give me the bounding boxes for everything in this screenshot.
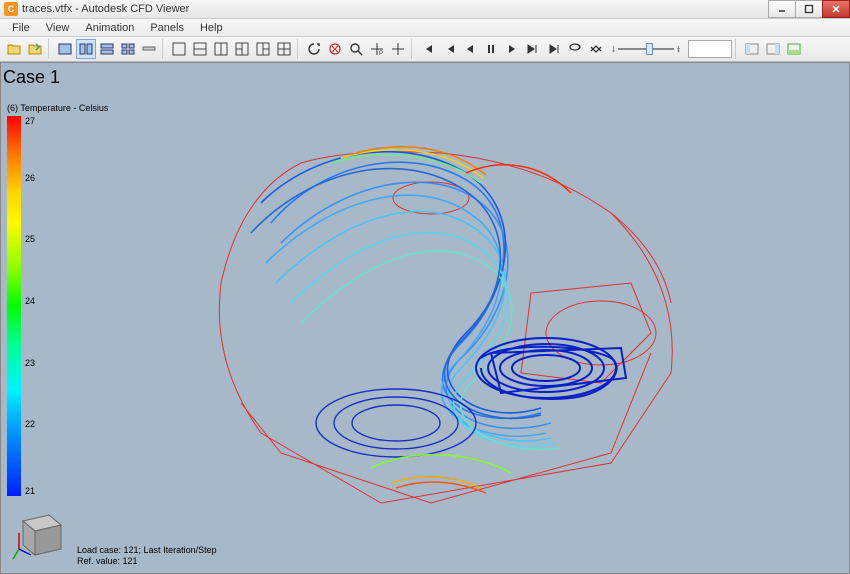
anim-speed-slider[interactable] bbox=[611, 43, 681, 55]
menu-file[interactable]: File bbox=[4, 22, 38, 34]
anim-pause-button[interactable] bbox=[481, 39, 501, 59]
anim-last-button[interactable] bbox=[544, 39, 564, 59]
title-bar: C traces.vtfx - Autodesk CFD Viewer bbox=[0, 0, 850, 19]
pick-point-button[interactable]: P bbox=[367, 39, 387, 59]
slow-icon bbox=[611, 43, 616, 55]
minimize-button[interactable] bbox=[768, 0, 796, 18]
window-title: traces.vtfx - Autodesk CFD Viewer bbox=[22, 3, 769, 15]
viewport-3b-button[interactable] bbox=[253, 39, 273, 59]
close-button[interactable] bbox=[822, 0, 850, 18]
window-layout-a-button[interactable] bbox=[97, 39, 117, 59]
color-legend: (6) Temperature - Celsius 27 26 25 24 23… bbox=[7, 103, 108, 496]
export-button[interactable] bbox=[25, 39, 45, 59]
load-case-label: Load case: 121; Last Iteration/Step bbox=[77, 545, 217, 556]
viewport-2v-button[interactable] bbox=[211, 39, 231, 59]
render-mode-button[interactable] bbox=[325, 39, 345, 59]
svg-text:P: P bbox=[379, 51, 383, 57]
menu-view[interactable]: View bbox=[38, 22, 78, 34]
toolbar: P bbox=[0, 37, 850, 62]
viewport-4-button[interactable] bbox=[274, 39, 294, 59]
viewport-3d[interactable]: Case 1 (6) Temperature - Celsius 27 26 2… bbox=[0, 62, 850, 574]
zoom-button[interactable] bbox=[346, 39, 366, 59]
anim-prev-key-button[interactable] bbox=[439, 39, 459, 59]
orientation-cube[interactable] bbox=[9, 503, 69, 563]
anim-step-fwd-button[interactable] bbox=[523, 39, 543, 59]
menu-bar: File View Animation Panels Help bbox=[0, 19, 850, 37]
cfd-render bbox=[181, 103, 701, 543]
window-single-button[interactable] bbox=[55, 39, 75, 59]
viewport-2h-button[interactable] bbox=[190, 39, 210, 59]
case-title: Case 1 bbox=[3, 67, 60, 88]
anim-bounce-button[interactable] bbox=[586, 39, 606, 59]
legend-ticks: 27 26 25 24 23 22 21 bbox=[25, 116, 35, 496]
anim-frame-input[interactable] bbox=[688, 40, 732, 58]
viewport-1-button[interactable] bbox=[169, 39, 189, 59]
anim-first-button[interactable] bbox=[418, 39, 438, 59]
anim-step-back-button[interactable] bbox=[460, 39, 480, 59]
viewport-3a-button[interactable] bbox=[232, 39, 252, 59]
fast-icon bbox=[676, 43, 681, 55]
pick-cross-button[interactable] bbox=[388, 39, 408, 59]
window-layout-b-button[interactable] bbox=[118, 39, 138, 59]
app-icon: C bbox=[4, 2, 18, 16]
window-cascade-button[interactable] bbox=[139, 39, 159, 59]
ref-value-label: Ref. value: 121 bbox=[77, 556, 217, 567]
menu-help[interactable]: Help bbox=[192, 22, 231, 34]
panel-a-button[interactable] bbox=[742, 39, 762, 59]
maximize-button[interactable] bbox=[795, 0, 823, 18]
legend-title: (6) Temperature - Celsius bbox=[7, 103, 108, 113]
panel-b-button[interactable] bbox=[763, 39, 783, 59]
anim-play-button[interactable] bbox=[502, 39, 522, 59]
anim-loop-button[interactable] bbox=[565, 39, 585, 59]
panel-c-button[interactable] bbox=[784, 39, 804, 59]
open-button[interactable] bbox=[4, 39, 24, 59]
window-tile-button[interactable] bbox=[76, 39, 96, 59]
menu-animation[interactable]: Animation bbox=[77, 22, 142, 34]
menu-panels[interactable]: Panels bbox=[142, 22, 192, 34]
status-text: Load case: 121; Last Iteration/Step Ref.… bbox=[77, 545, 217, 567]
refresh-button[interactable] bbox=[304, 39, 324, 59]
legend-color-bar bbox=[7, 116, 21, 496]
